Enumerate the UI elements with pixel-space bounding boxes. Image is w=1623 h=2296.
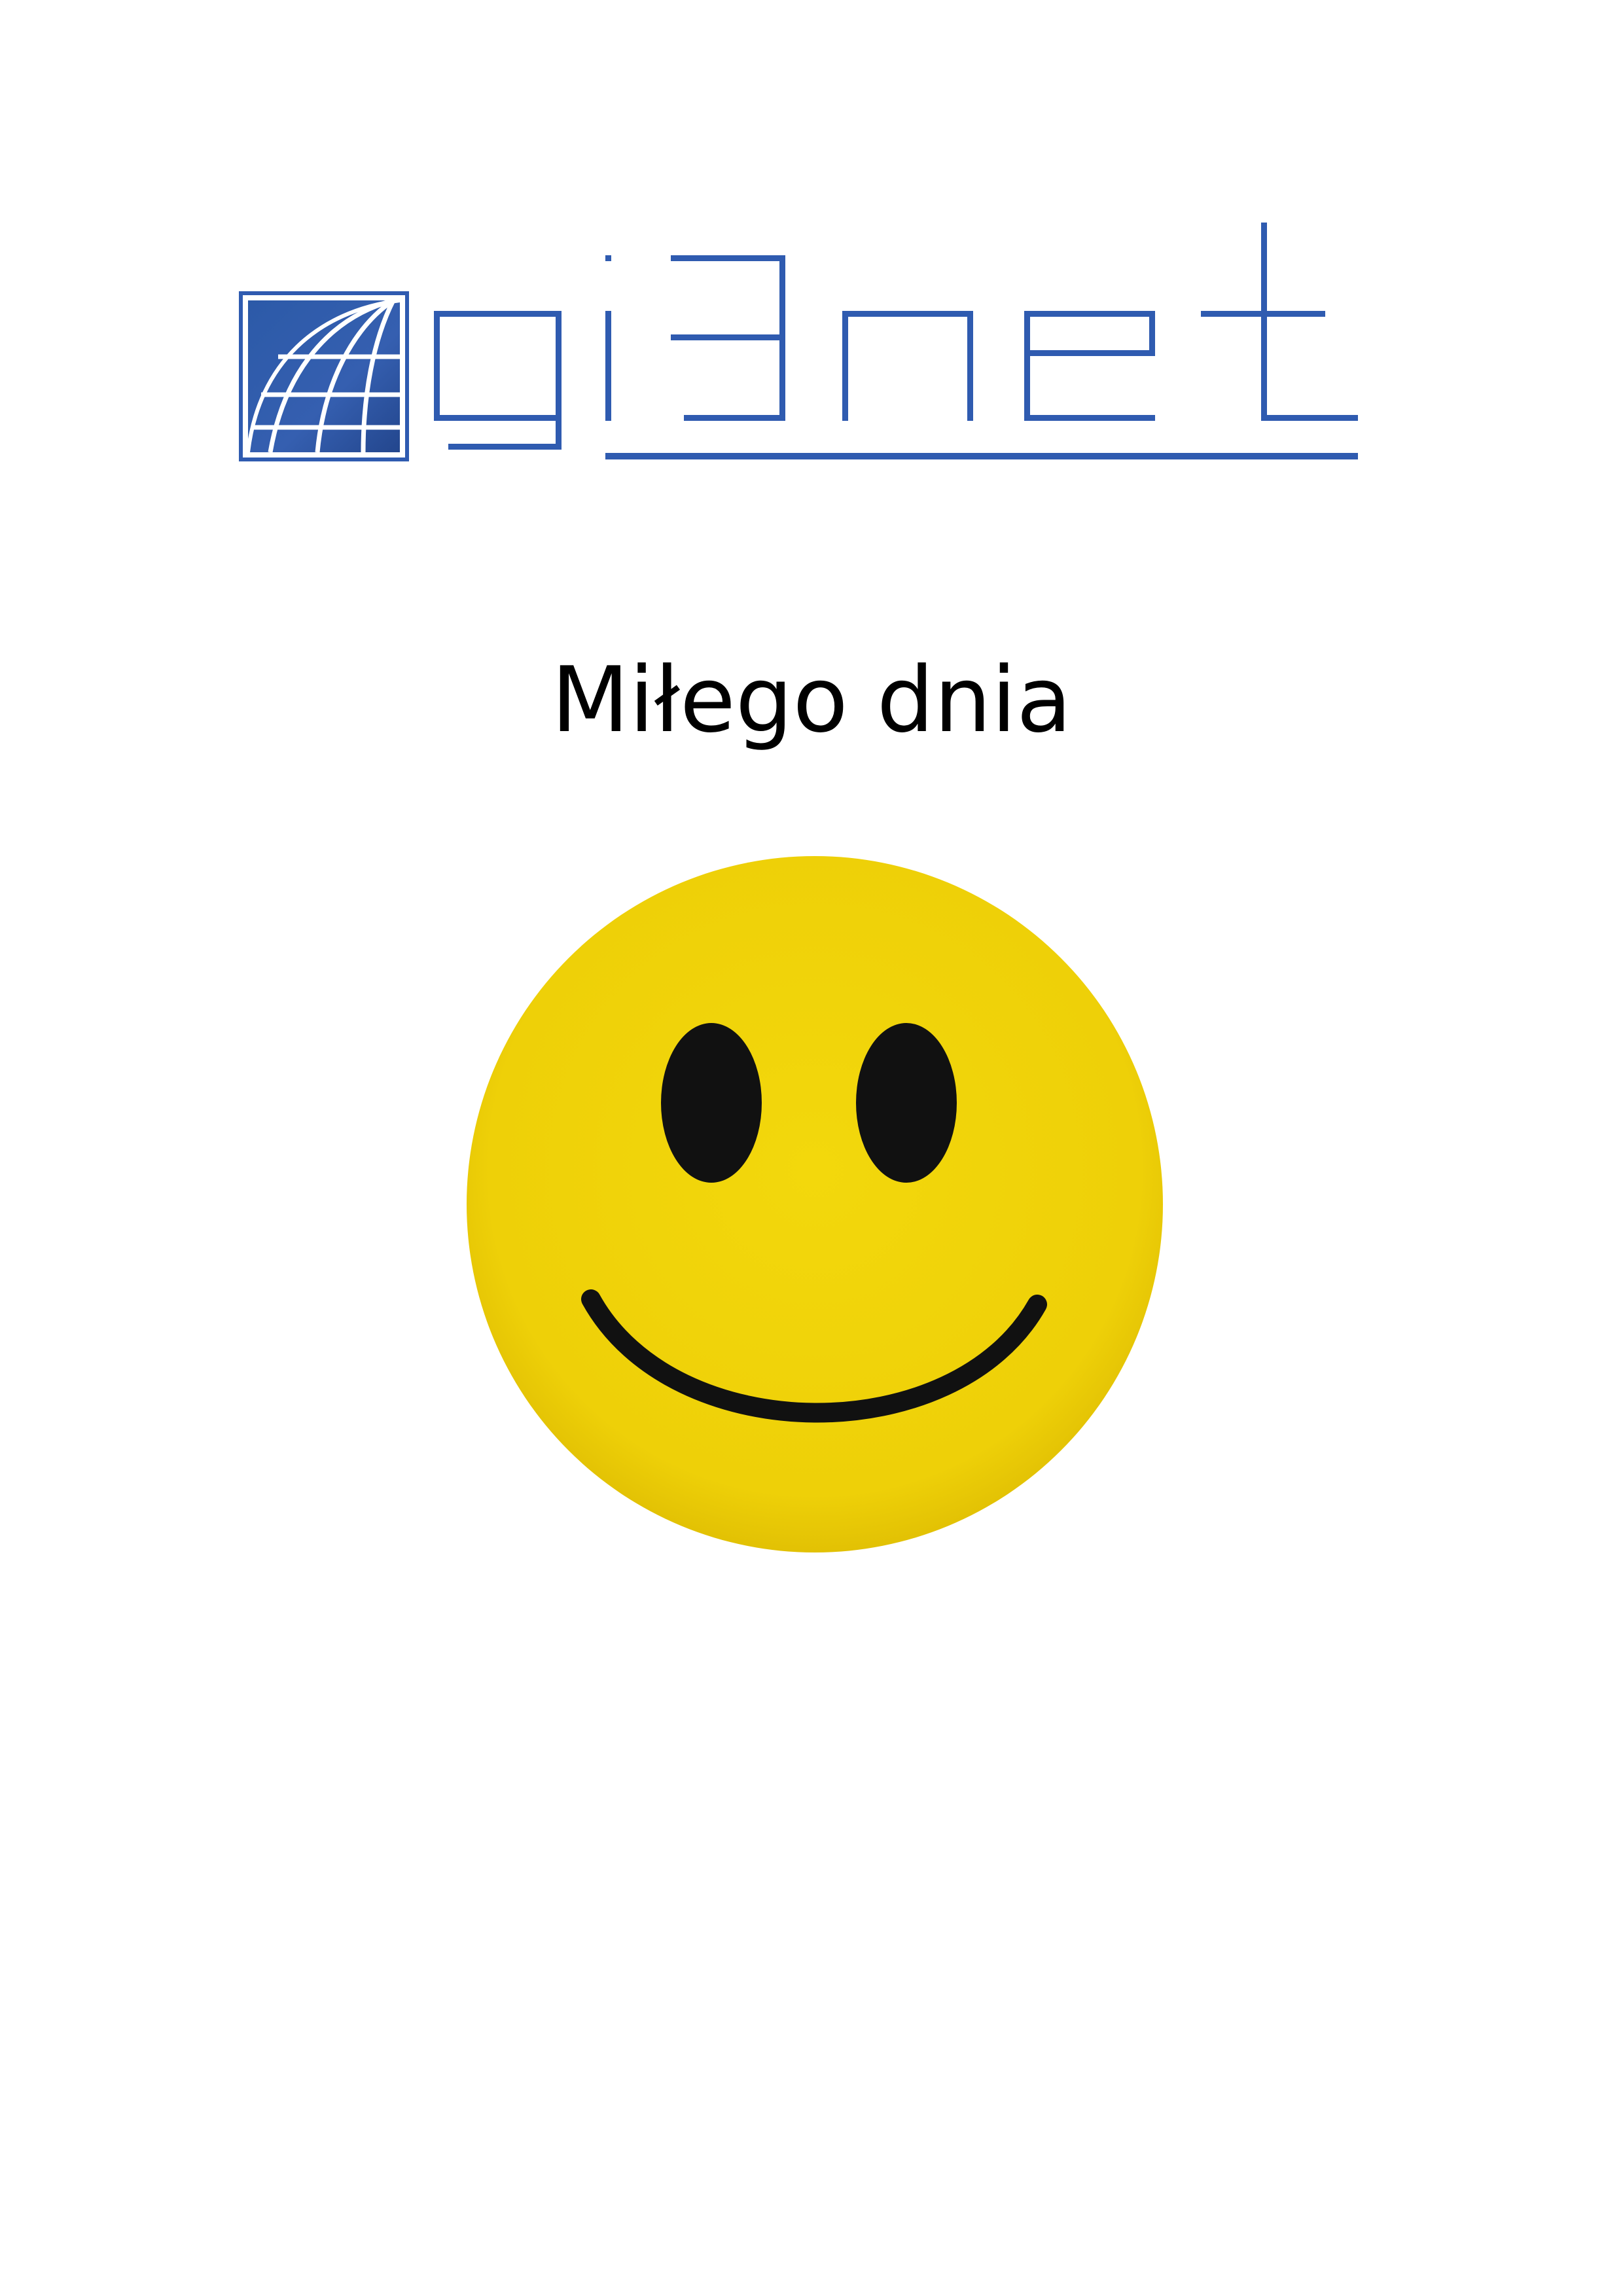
smiley-face	[467, 856, 1163, 1552]
smiley-left-eye	[661, 1023, 762, 1183]
gisnet-wordmark	[434, 223, 1358, 459]
gisnet-logo-graphic	[239, 223, 1358, 461]
globe-grid-icon	[239, 291, 409, 461]
greeting-text: Miłego dnia	[551, 647, 1072, 753]
gisnet-logo	[239, 219, 1358, 468]
smiley-face-image	[458, 848, 1171, 1561]
smiley-right-eye	[856, 1023, 957, 1183]
document-page: Miłego dnia	[0, 0, 1623, 2296]
smiley-face-icon	[467, 856, 1163, 1552]
